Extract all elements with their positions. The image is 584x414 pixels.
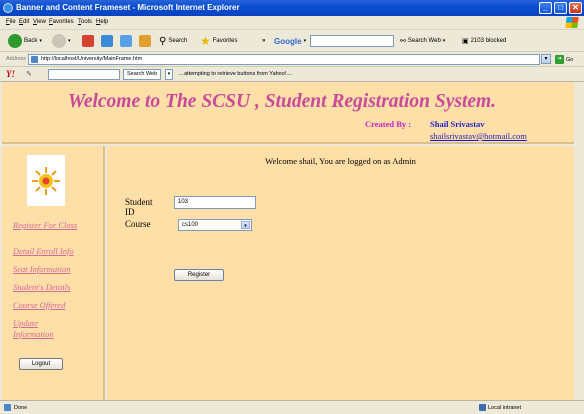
course-select[interactable]: cs100 ▾ xyxy=(178,219,252,231)
pencil-icon[interactable]: ✎ xyxy=(26,70,32,78)
window-title: Banner and Content Frameset - Microsoft … xyxy=(16,3,240,12)
banner-frame: Welcome to The SCSU , Student Registrati… xyxy=(2,82,574,144)
google-search-input[interactable] xyxy=(310,35,394,47)
course-label: Course xyxy=(125,219,151,229)
menu-file[interactable]: File xyxy=(6,19,16,25)
address-label: Address xyxy=(6,56,27,62)
minimize-button[interactable]: _ xyxy=(539,2,552,14)
popup-blocked-icon: ▣ xyxy=(462,38,469,45)
page-done-icon xyxy=(4,404,11,411)
back-button[interactable]: Back ▾ xyxy=(8,33,42,49)
address-bar: Address http://localhost/University/Main… xyxy=(0,52,584,67)
nav-register-for-class[interactable]: Register For Class xyxy=(13,220,83,231)
google-toolbar-button[interactable]: Google ▾ xyxy=(274,33,306,49)
menu-tools[interactable]: Tools xyxy=(78,19,92,25)
forward-arrow-icon xyxy=(52,34,66,48)
yahoo-toolbar: Y! ✎ Search Web ▾ ....attempting to retr… xyxy=(0,67,584,82)
favorites-button[interactable]: ★ Favorites xyxy=(200,33,237,49)
popup-blocker-button[interactable]: ▣ 2103 blocked xyxy=(462,33,506,49)
refresh-button[interactable] xyxy=(101,33,113,49)
stop-icon xyxy=(82,35,94,47)
window-right-border xyxy=(574,82,584,400)
media-icon xyxy=(120,35,132,47)
yahoo-search-input[interactable] xyxy=(48,69,120,80)
go-button[interactable]: ➔ Go xyxy=(555,55,573,64)
toolbar-overflow-button[interactable]: » xyxy=(262,33,265,49)
created-by-label: Created By : xyxy=(365,119,412,129)
sun-icon xyxy=(32,167,60,195)
student-id-label-line2: ID xyxy=(125,207,135,217)
author-email-link[interactable]: shailsrivastav@hotmail.com xyxy=(430,131,527,141)
intranet-zone-icon xyxy=(479,404,486,411)
menu-bar: File Edit View Favorites Tools Help xyxy=(0,16,584,30)
chevron-down-icon: ▾ xyxy=(442,38,446,44)
register-button[interactable]: Register xyxy=(174,269,224,281)
refresh-icon xyxy=(101,35,113,47)
menu-favorites[interactable]: Favorites xyxy=(49,19,74,25)
search-web-button[interactable]: ⚯ Search Web ▾ xyxy=(400,33,445,49)
maximize-button[interactable]: □ xyxy=(554,2,567,14)
yahoo-status-message: ....attempting to retrieve buttons from … xyxy=(178,71,293,77)
search-icon: ⚲ xyxy=(159,35,167,47)
page-icon xyxy=(31,56,38,63)
chevron-down-icon: ▾ xyxy=(303,38,307,44)
status-bar: Done Local intranet xyxy=(0,400,584,414)
student-id-input[interactable]: 103 xyxy=(174,196,256,209)
star-icon: ★ xyxy=(200,34,211,48)
address-dropdown-button[interactable]: ▾ xyxy=(541,54,551,64)
close-button[interactable]: ✕ xyxy=(569,2,582,14)
nav-course-offered[interactable]: Course Offered xyxy=(13,300,65,311)
ie-icon xyxy=(3,3,13,13)
media-button[interactable] xyxy=(120,33,132,49)
chevron-down-icon: ▾ xyxy=(241,221,250,229)
menu-help[interactable]: Help xyxy=(96,19,108,25)
back-arrow-icon xyxy=(8,34,22,48)
student-id-label: Student xyxy=(125,197,153,207)
welcome-message: Welcome shail, You are logged on as Admi… xyxy=(265,156,416,166)
nav-seat-information[interactable]: Seat Information xyxy=(13,264,70,275)
security-zone: Local intranet xyxy=(488,405,522,411)
navigation-frame: Register For Class Detail Enroll Info Se… xyxy=(2,146,105,400)
banner-title: Welcome to The SCSU , Student Registrati… xyxy=(67,91,497,112)
windows-logo-icon xyxy=(565,17,579,28)
search-button[interactable]: ⚲ Search xyxy=(159,33,187,49)
address-input[interactable]: http://localhost/University/MainFrame.ht… xyxy=(28,54,540,65)
yahoo-dropdown-button[interactable]: ▾ xyxy=(165,69,173,80)
nav-detail-enroll-info[interactable]: Detail Enroll Info xyxy=(13,246,74,257)
go-arrow-icon: ➔ xyxy=(555,55,564,64)
forward-button[interactable]: ▾ xyxy=(52,33,71,49)
binoculars-icon: ⚯ xyxy=(400,38,406,45)
logout-button[interactable]: Logout xyxy=(19,358,63,370)
logo xyxy=(27,155,65,206)
chevron-down-icon: ▾ xyxy=(39,38,42,44)
yahoo-logo[interactable]: Y! xyxy=(6,69,15,79)
status-text: Done xyxy=(14,405,28,411)
main-frame: Welcome shail, You are logged on as Admi… xyxy=(107,146,574,400)
menu-edit[interactable]: Edit xyxy=(19,19,29,25)
yahoo-search-web-button[interactable]: Search Web xyxy=(123,69,162,80)
chevron-down-icon: ▾ xyxy=(68,38,71,44)
author-name: Shail Srivastav xyxy=(430,119,485,129)
home-button[interactable] xyxy=(139,33,151,49)
stop-button[interactable] xyxy=(82,33,94,49)
menu-view[interactable]: View xyxy=(33,19,46,25)
home-icon xyxy=(139,35,151,47)
nav-students-details[interactable]: Student's Details xyxy=(13,282,70,293)
toolbar: Back ▾ ▾ ⚲ Search ★ Favorites » Google ▾… xyxy=(0,30,584,52)
title-bar: Banner and Content Frameset - Microsoft … xyxy=(0,0,584,16)
nav-update-information[interactable]: Update Information xyxy=(13,318,73,340)
